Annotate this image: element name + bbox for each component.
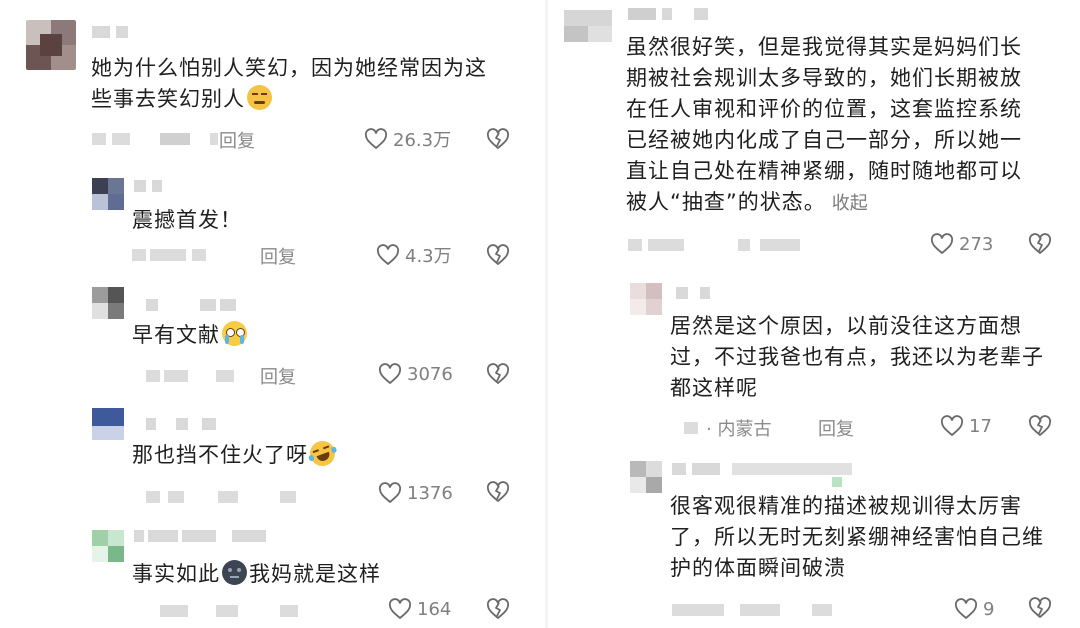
comment-text: 虽然很好笑，但是我觉得其实是妈妈们长 期被社会规训太多导致的，她们长期被放 在任…: [626, 35, 1022, 214]
reply-button[interactable]: 回复: [260, 363, 296, 389]
comment-meta: [672, 599, 842, 621]
avatar[interactable]: [92, 530, 124, 562]
heart-icon: [930, 233, 954, 254]
heart-icon: [364, 128, 388, 149]
comment-item: 事实如此 我妈就是这样 164: [0, 520, 545, 628]
comment-item: 震撼首发！ 回复 4.3万: [0, 170, 545, 285]
comment-meta: [146, 486, 316, 508]
dislike-icon[interactable]: [1028, 414, 1052, 438]
comment-meta: [132, 244, 242, 266]
username-blurred[interactable]: [146, 418, 236, 430]
reply-button[interactable]: 回复: [260, 243, 296, 269]
username-blurred[interactable]: [134, 180, 174, 192]
avatar[interactable]: [26, 20, 76, 70]
collapse-link[interactable]: 收起: [832, 193, 868, 214]
comment-item: 很客观很精准的描述被规训得太厉害 了，所以无时无刻紧绷神经害怕自己维 护的体面瞬…: [548, 453, 1080, 628]
like-button[interactable]: 3076: [378, 361, 453, 387]
username-blurred[interactable]: [628, 8, 718, 20]
like-count: 26.3万: [393, 130, 452, 151]
like-button[interactable]: 4.3万: [376, 242, 452, 268]
comment-item: 早有文献 回复 3076: [0, 285, 545, 400]
like-count: 164: [417, 598, 452, 620]
dark-face-emoji: [222, 560, 247, 585]
location-label: · 内蒙古: [706, 419, 772, 440]
dislike-icon[interactable]: [1028, 232, 1052, 256]
dislike-icon[interactable]: [486, 597, 510, 621]
smirking-face-emoji: [247, 85, 272, 110]
username-blurred[interactable]: [92, 26, 142, 38]
comment-text: 事实如此 我妈就是这样: [132, 560, 381, 586]
dislike-icon[interactable]: [486, 243, 510, 267]
like-count: 9: [983, 598, 995, 620]
left-comment-panel: 她为什么怕别人笑幻，因为她经常因为这 些事去笑幻别人 回复 26.3万 震撼首发…: [0, 0, 545, 628]
username-blurred[interactable]: [672, 463, 872, 487]
heart-icon: [954, 598, 978, 619]
avatar[interactable]: [630, 283, 662, 315]
dislike-icon[interactable]: [486, 480, 510, 504]
like-button[interactable]: 164: [388, 596, 451, 622]
comment-meta: [160, 600, 310, 622]
avatar[interactable]: [92, 408, 124, 440]
heart-icon: [378, 363, 402, 384]
comment-item: 她为什么怕别人笑幻，因为她经常因为这 些事去笑幻别人 回复 26.3万: [0, 0, 545, 170]
comment-text: 那也挡不住火了呀: [132, 437, 339, 471]
laughing-tears-emoji: [306, 437, 339, 470]
comment-text: 她为什么怕别人笑幻，因为她经常因为这 些事去笑幻别人: [91, 56, 487, 111]
heart-icon: [940, 415, 964, 436]
comment-meta: [146, 365, 256, 387]
avatar[interactable]: [92, 287, 124, 319]
comment-item: 那也挡不住火了呀 1376: [0, 400, 545, 520]
comment-meta: [92, 128, 292, 150]
like-count: 273: [959, 233, 994, 255]
comment-text: 早有文献: [132, 320, 247, 351]
heart-icon: [378, 482, 402, 503]
like-count: 17: [969, 415, 992, 437]
dislike-icon[interactable]: [486, 127, 510, 151]
dislike-icon[interactable]: [486, 362, 510, 386]
comment-meta: [628, 234, 848, 256]
comment-text: 居然是这个原因，以前没往这方面想 过，不过我爸也有点，我还以为老辈子 都这样呢: [670, 314, 1044, 400]
comment-text: 震撼首发！: [132, 208, 242, 232]
comment-item: 居然是这个原因，以前没往这方面想 过，不过我爸也有点，我还以为老辈子 都这样呢 …: [548, 275, 1080, 453]
reply-button[interactable]: 回复: [818, 415, 854, 441]
pleading-tears-emoji: [222, 321, 247, 346]
like-button[interactable]: 26.3万: [364, 126, 451, 152]
heart-icon: [376, 244, 400, 265]
like-button[interactable]: 17: [940, 413, 992, 439]
like-count: 3076: [407, 363, 453, 385]
avatar[interactable]: [92, 178, 124, 210]
like-button[interactable]: 9: [954, 596, 994, 622]
username-blurred[interactable]: [146, 299, 246, 311]
username-blurred[interactable]: [134, 530, 274, 542]
like-count: 4.3万: [405, 246, 452, 267]
comment-text: 很客观很精准的描述被规训得太厉害 了，所以无时无刻紧绷神经害怕自己维 护的体面瞬…: [670, 494, 1044, 580]
like-button[interactable]: 273: [930, 231, 993, 257]
heart-icon: [388, 598, 412, 619]
avatar[interactable]: [564, 10, 612, 42]
reply-button[interactable]: 回复: [219, 127, 255, 153]
avatar[interactable]: [630, 461, 662, 493]
dislike-icon[interactable]: [1028, 596, 1052, 620]
like-button[interactable]: 1376: [378, 480, 453, 506]
comment-item: 虽然很好笑，但是我觉得其实是妈妈们长 期被社会规训太多导致的，她们长期被放 在任…: [548, 0, 1080, 275]
like-count: 1376: [407, 482, 453, 504]
right-comment-panel: 虽然很好笑，但是我觉得其实是妈妈们长 期被社会规训太多导致的，她们长期被放 在任…: [548, 0, 1080, 628]
username-blurred[interactable]: [676, 287, 726, 299]
